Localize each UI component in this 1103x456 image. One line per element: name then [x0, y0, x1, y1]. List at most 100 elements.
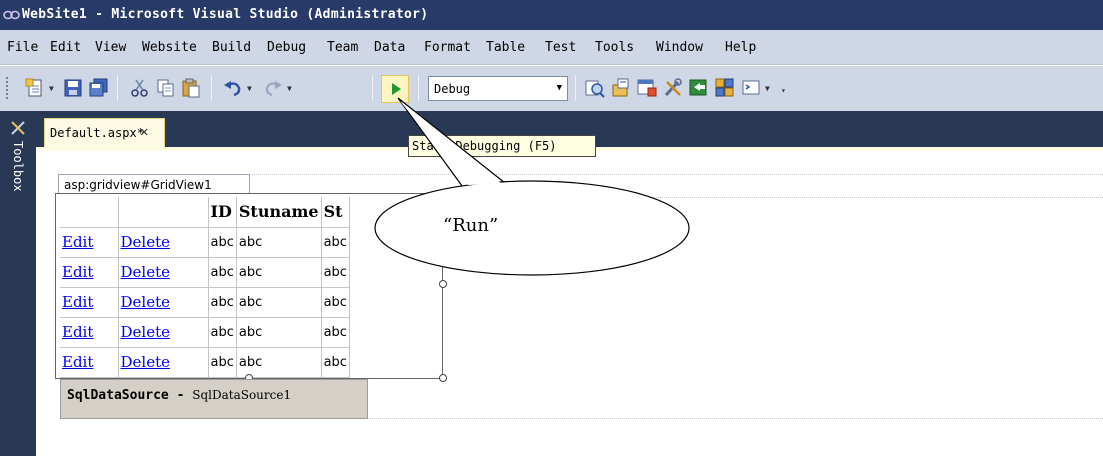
gridview-table: ID Stuname St Edit Delete abc abc abc Ed…	[60, 197, 350, 378]
delete-link[interactable]: Delete	[121, 293, 170, 311]
start-debugging-button[interactable]	[381, 75, 409, 103]
id-cell: abc	[208, 347, 237, 378]
menu-team[interactable]: Team	[327, 40, 358, 55]
object-browser-icon[interactable]	[688, 77, 710, 99]
save-all-icon[interactable]	[88, 77, 110, 99]
menu-table[interactable]: Table	[486, 40, 525, 55]
close-icon[interactable]: ✕	[140, 124, 148, 140]
class-view-icon[interactable]	[714, 77, 736, 99]
header-cell-edit	[60, 197, 119, 228]
menu-test[interactable]: Test	[545, 40, 576, 55]
window-title: WebSite1 - Microsoft Visual Studio (Admi…	[22, 7, 429, 22]
find-in-files-icon[interactable]	[584, 77, 606, 99]
menu-debug[interactable]: Debug	[267, 40, 306, 55]
table-row: Edit Delete abc abc abc	[60, 257, 350, 288]
table-row: Edit Delete abc abc abc	[60, 227, 350, 258]
visual-studio-logo-icon	[3, 10, 20, 20]
start-debugging-tooltip: Start Debugging (F5)	[408, 135, 596, 157]
delete-link[interactable]: Delete	[121, 233, 170, 251]
id-cell: abc	[208, 227, 237, 258]
configuration-value: Debug	[434, 82, 471, 96]
chevron-down-icon[interactable]: ▼	[557, 83, 562, 93]
chevron-down-icon[interactable]: ▼	[247, 84, 252, 93]
edit-link[interactable]: Edit	[62, 293, 93, 311]
toolbox-label[interactable]: Toolbox	[11, 141, 25, 192]
menu-edit[interactable]: Edit	[50, 40, 81, 55]
resize-handle-right[interactable]	[439, 280, 447, 288]
header-cell-delete	[118, 197, 209, 228]
dotted-guide	[443, 197, 1103, 198]
chevron-down-icon[interactable]: ▼	[49, 84, 54, 93]
save-icon[interactable]	[62, 77, 84, 99]
dotted-guide	[252, 174, 1103, 175]
chevron-down-icon[interactable]: ▼	[287, 84, 292, 93]
id-cell: abc	[208, 287, 237, 318]
menu-view[interactable]: View	[95, 40, 126, 55]
menu-help[interactable]: Help	[725, 40, 756, 55]
id-cell: abc	[208, 317, 237, 348]
stuname-cell: abc	[236, 257, 322, 288]
delete-link[interactable]: Delete	[121, 323, 170, 341]
tab-title: Default.aspx*	[50, 126, 144, 140]
delete-link[interactable]: Delete	[121, 263, 170, 281]
toolbar-separator	[372, 75, 373, 101]
sqldatasource-control[interactable]: SqlDataSource - SqlDataSource1	[60, 379, 368, 419]
resize-handle-bottom-right[interactable]	[439, 374, 447, 382]
edit-link[interactable]: Edit	[62, 263, 93, 281]
tab-default-aspx[interactable]: Default.aspx* ✕	[44, 118, 165, 148]
play-icon	[392, 83, 401, 95]
header-cell-id: ID	[208, 197, 237, 228]
id-cell: abc	[208, 257, 237, 288]
toolbox-tools-icon[interactable]	[662, 77, 684, 99]
chevron-down-icon[interactable]: ▼	[765, 84, 770, 93]
toolbar-options-icon[interactable]: ▾	[781, 86, 786, 95]
edit-link[interactable]: Edit	[62, 353, 93, 371]
gridview-tag[interactable]: asp:gridview#GridView1	[58, 174, 250, 194]
edit-link[interactable]: Edit	[62, 323, 93, 341]
menu-website[interactable]: Website	[142, 40, 197, 55]
sqldatasource-type: SqlDataSource	[67, 388, 169, 403]
cut-icon[interactable]	[129, 77, 151, 99]
header-cell-truncated: St	[321, 197, 350, 228]
stuname-cell: abc	[236, 317, 322, 348]
stuname-cell: abc	[236, 347, 322, 378]
undo-icon[interactable]	[222, 77, 244, 99]
edit-link[interactable]: Edit	[62, 233, 93, 251]
solution-configuration-dropdown[interactable]: Debug ▼	[428, 76, 568, 101]
header-cell-stuname: Stuname	[236, 197, 322, 228]
menu-window[interactable]: Window	[656, 40, 703, 55]
menu-file[interactable]: File	[7, 40, 38, 55]
menu-bar: File Edit View Website Build Debug Team …	[0, 30, 1103, 65]
copy-icon[interactable]	[155, 77, 177, 99]
value-cell: abc	[321, 227, 350, 258]
menu-build[interactable]: Build	[212, 40, 251, 55]
menu-format[interactable]: Format	[424, 40, 471, 55]
paste-icon[interactable]	[180, 77, 202, 99]
toolbar-separator	[418, 75, 419, 101]
toolbox-icon	[11, 121, 25, 135]
table-row: Edit Delete abc abc abc	[60, 347, 350, 378]
table-row: Edit Delete abc abc abc	[60, 317, 350, 348]
stuname-cell: abc	[236, 227, 322, 258]
menu-data[interactable]: Data	[374, 40, 405, 55]
dotted-guide	[368, 418, 1103, 419]
gridview[interactable]: ID Stuname St Edit Delete abc abc abc Ed…	[60, 197, 441, 378]
command-window-icon[interactable]	[741, 77, 763, 99]
new-project-icon[interactable]	[24, 77, 46, 99]
title-bar: WebSite1 - Microsoft Visual Studio (Admi…	[0, 0, 1103, 30]
sqldatasource-separator: -	[168, 388, 193, 403]
header-row: ID Stuname St	[60, 197, 350, 228]
toolbar-grip-handle[interactable]	[6, 77, 10, 99]
toolbar-separator	[575, 75, 576, 101]
properties-window-icon[interactable]	[636, 77, 658, 99]
redo-icon[interactable]	[262, 77, 284, 99]
value-cell: abc	[321, 257, 350, 288]
toolbar-separator	[117, 75, 118, 101]
callout-text: “Run”	[443, 215, 499, 236]
value-cell: abc	[321, 317, 350, 348]
stuname-cell: abc	[236, 287, 322, 318]
solution-explorer-icon[interactable]	[610, 77, 632, 99]
menu-tools[interactable]: Tools	[595, 40, 634, 55]
delete-link[interactable]: Delete	[121, 353, 170, 371]
value-cell: abc	[321, 347, 350, 378]
